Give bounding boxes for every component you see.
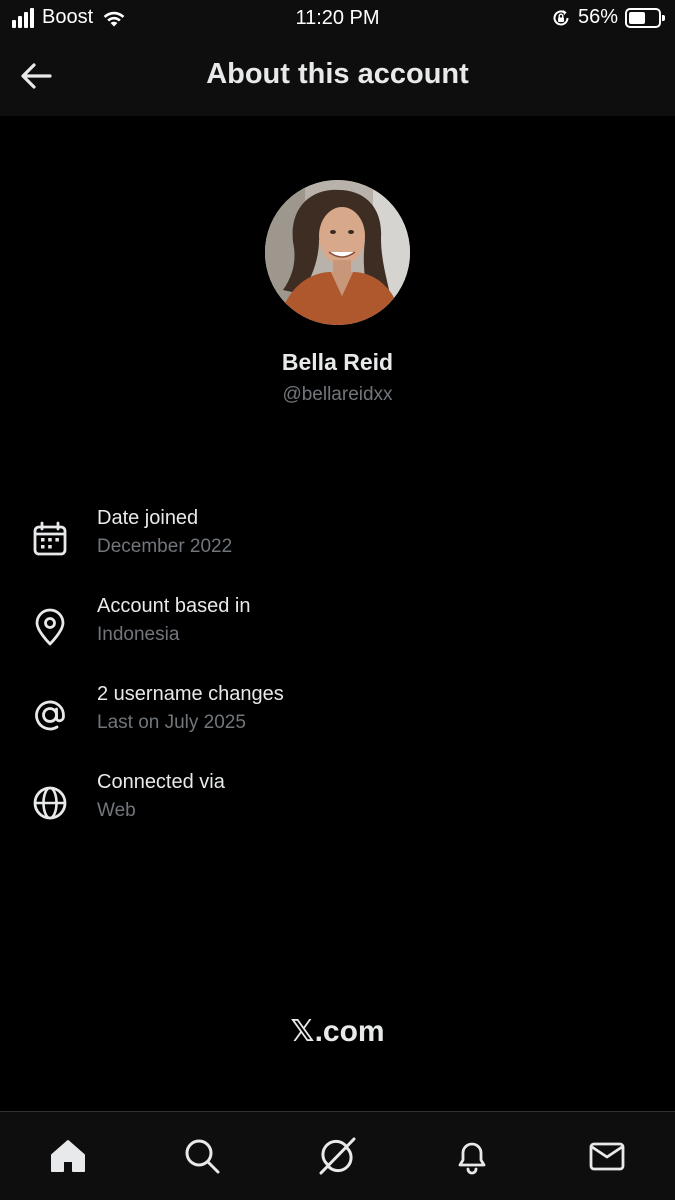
header: About this account	[0, 36, 675, 116]
tab-search[interactable]	[180, 1134, 224, 1178]
grok-icon	[319, 1137, 356, 1175]
profile-photo	[265, 180, 410, 325]
info-row-connected-via: Connected via Web	[0, 771, 675, 841]
info-value: Indonesia	[97, 624, 180, 645]
info-row-username-changes: 2 username changes Last on July 2025	[0, 683, 675, 753]
status-bar: Boost 11:20 PM 56%	[0, 0, 675, 36]
info-title: Account based in	[97, 595, 251, 617]
tab-bar	[0, 1111, 675, 1200]
home-icon	[51, 1140, 85, 1172]
brand-domain: .com	[314, 1015, 385, 1048]
about-account-screen: Boost 11:20 PM 56% About this account Be…	[0, 0, 675, 1200]
tab-home[interactable]	[46, 1134, 90, 1178]
info-row-date-joined: Date joined December 2022	[0, 507, 675, 577]
notifications-icon	[458, 1142, 486, 1175]
orientation-lock-icon	[553, 9, 569, 25]
location-pin-icon	[35, 608, 65, 646]
info-title: Date joined	[97, 507, 199, 529]
battery-icon	[625, 7, 665, 28]
x-com-brand: 𝕏.com	[0, 1014, 675, 1049]
battery-percent: 56%	[577, 6, 618, 28]
tab-grok[interactable]	[315, 1134, 359, 1178]
profile-name: Bella Reid	[281, 349, 394, 375]
info-title: 2 username changes	[97, 683, 284, 705]
status-right: 56%	[551, 6, 665, 29]
messages-icon	[589, 1142, 625, 1171]
search-icon	[185, 1139, 220, 1174]
page-title: About this account	[206, 58, 469, 90]
info-value: Last on July 2025	[97, 712, 246, 733]
info-value: December 2022	[97, 536, 233, 557]
at-sign-icon	[35, 700, 65, 731]
tab-notifications[interactable]	[450, 1134, 494, 1178]
profile-handle: @bellareidxx	[282, 384, 393, 405]
globe-icon	[33, 786, 67, 820]
x-logo: 𝕏	[290, 1015, 315, 1048]
info-row-account-based-in: Account based in Indonesia	[0, 595, 675, 665]
avatar[interactable]	[265, 180, 410, 325]
info-title: Connected via	[97, 771, 225, 793]
tab-messages[interactable]	[585, 1134, 629, 1178]
calendar-icon	[33, 521, 67, 556]
info-value: Web	[97, 800, 136, 821]
